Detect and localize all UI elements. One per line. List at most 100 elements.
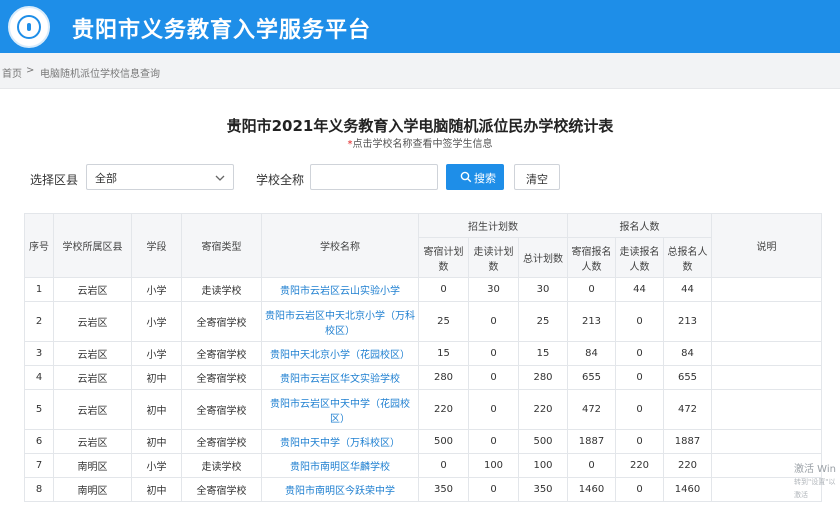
header-district: 学校所属区县 [53,213,132,278]
page-title: 贵阳市2021年义务教育入学电脑随机派位民办学校统计表 [226,117,614,135]
logo-mark [27,23,31,31]
header-note: 说明 [711,213,822,278]
cell-note [711,389,822,430]
header-stage: 学段 [131,213,182,278]
cell-plan-day: 30 [468,277,519,302]
cell-plan-boarding: 280 [418,365,469,390]
activation-watermark: 激活 Win 转到"设置"以激活 [794,463,840,502]
cell-plan-boarding: 0 [418,453,469,478]
chevron-down-icon [215,175,225,181]
cell-district: 南明区 [53,453,132,478]
cell-note [711,277,822,302]
cell-apply-total: 84 [663,341,712,366]
cell-boarding: 全寄宿学校 [181,341,262,366]
cell-plan-boarding: 350 [418,477,469,502]
cell-apply-boarding: 0 [567,277,616,302]
breadcrumb-current: 电脑随机派位学校信息查询 [40,69,160,80]
cell-plan-boarding: 15 [418,341,469,366]
school-name-link[interactable]: 贵阳市南明区华麟学校 [261,453,419,478]
cell-note [711,429,822,454]
header-apply-total: 总报名人数 [663,237,712,278]
breadcrumb: 首页 > 电脑随机派位学校信息查询 [0,53,840,89]
cell-index: 6 [24,429,54,454]
cell-boarding: 走读学校 [181,453,262,478]
cell-index: 2 [24,301,54,342]
cell-plan-total: 220 [518,389,568,430]
header-plan-total: 总计划数 [518,237,568,278]
cell-apply-total: 213 [663,301,712,342]
cell-apply-boarding: 0 [567,453,616,478]
cell-boarding: 走读学校 [181,277,262,302]
school-name-link[interactable]: 贵阳市云岩区中天北京小学（万科校区） [261,301,419,342]
cell-plan-day: 100 [468,453,519,478]
cell-plan-day: 0 [468,341,519,366]
cell-plan-total: 500 [518,429,568,454]
cell-stage: 初中 [131,365,182,390]
cell-district: 云岩区 [53,365,132,390]
cell-boarding: 全寄宿学校 [181,389,262,430]
cell-stage: 初中 [131,429,182,454]
search-button[interactable]: 搜索 [446,164,504,190]
site-title[interactable]: 贵阳市义务教育入学服务平台 [72,12,371,44]
cell-stage: 初中 [131,389,182,430]
cell-plan-total: 350 [518,477,568,502]
cell-stage: 小学 [131,453,182,478]
cell-apply-boarding: 1460 [567,477,616,502]
cell-apply-day: 0 [615,389,664,430]
school-name-input[interactable] [310,164,438,190]
cell-apply-day: 0 [615,341,664,366]
school-name-link[interactable]: 贵阳市云岩区云山实验小学 [261,277,419,302]
table-row: 2 云岩区 小学 全寄宿学校 贵阳市云岩区中天北京小学（万科校区） 25 0 2… [24,301,822,342]
school-name-link[interactable]: 贵阳市云岩区华文实验学校 [261,365,419,390]
school-name-link[interactable]: 贵阳市云岩区中天中学（花园校区） [261,389,419,430]
top-header: 贵阳市义务教育入学服务平台 [0,0,840,53]
cell-apply-total: 655 [663,365,712,390]
school-name-link[interactable]: 贵阳中天中学（万科校区） [261,429,419,454]
table-row: 3 云岩区 小学 全寄宿学校 贵阳中天北京小学（花园校区） 15 0 15 84… [24,341,822,366]
cell-plan-boarding: 220 [418,389,469,430]
school-name-link[interactable]: 贵阳中天北京小学（花园校区） [261,341,419,366]
cell-note [711,365,822,390]
watermark-line-1: 激活 Win [794,464,836,475]
notice-text: *点击学校名称查看中签学生信息 [0,135,840,150]
table-row: 4 云岩区 初中 全寄宿学校 贵阳市云岩区华文实验学校 280 0 280 65… [24,365,822,390]
clear-button-label: 清空 [526,174,548,186]
search-button-label: 搜索 [474,173,496,185]
cell-index: 8 [24,477,54,502]
cell-apply-total: 1460 [663,477,712,502]
table-row: 7 南明区 小学 走读学校 贵阳市南明区华麟学校 0 100 100 0 220… [24,453,822,478]
school-stats-table: 序号 学校所属区县 学段 寄宿类型 学校名称 招生计划数 报名人数 说明 寄宿计… [24,213,822,502]
header-apply-boarding: 寄宿报名人数 [567,237,616,278]
clear-button[interactable]: 清空 [514,164,560,190]
cell-stage: 初中 [131,477,182,502]
cell-plan-total: 280 [518,365,568,390]
cell-apply-day: 0 [615,477,664,502]
district-filter-label: 选择区县 [30,173,79,187]
cell-index: 1 [24,277,54,302]
table-row: 6 云岩区 初中 全寄宿学校 贵阳中天中学（万科校区） 500 0 500 18… [24,429,822,454]
cell-apply-boarding: 655 [567,365,616,390]
watermark-line-2: 转到"设置"以激活 [794,478,836,499]
header-apply-group: 报名人数 [567,213,712,238]
school-name-link[interactable]: 贵阳市南明区今跃荣中学 [261,477,419,502]
cell-index: 7 [24,453,54,478]
cell-district: 云岩区 [53,389,132,430]
breadcrumb-separator: > [26,65,35,76]
cell-apply-total: 220 [663,453,712,478]
cell-apply-boarding: 1887 [567,429,616,454]
cell-district: 云岩区 [53,277,132,302]
header-index: 序号 [24,213,54,278]
district-select[interactable]: 全部 [86,164,234,190]
cell-apply-boarding: 84 [567,341,616,366]
header-apply-day: 走读报名人数 [615,237,664,278]
header-school: 学校名称 [261,213,419,278]
breadcrumb-home[interactable]: 首页 [2,65,22,80]
cell-plan-total: 25 [518,301,568,342]
cell-boarding: 全寄宿学校 [181,477,262,502]
cell-plan-day: 0 [468,389,519,430]
cell-index: 5 [24,389,54,430]
cell-apply-day: 44 [615,277,664,302]
cell-plan-boarding: 500 [418,429,469,454]
cell-stage: 小学 [131,341,182,366]
site-logo-icon[interactable] [8,6,50,48]
